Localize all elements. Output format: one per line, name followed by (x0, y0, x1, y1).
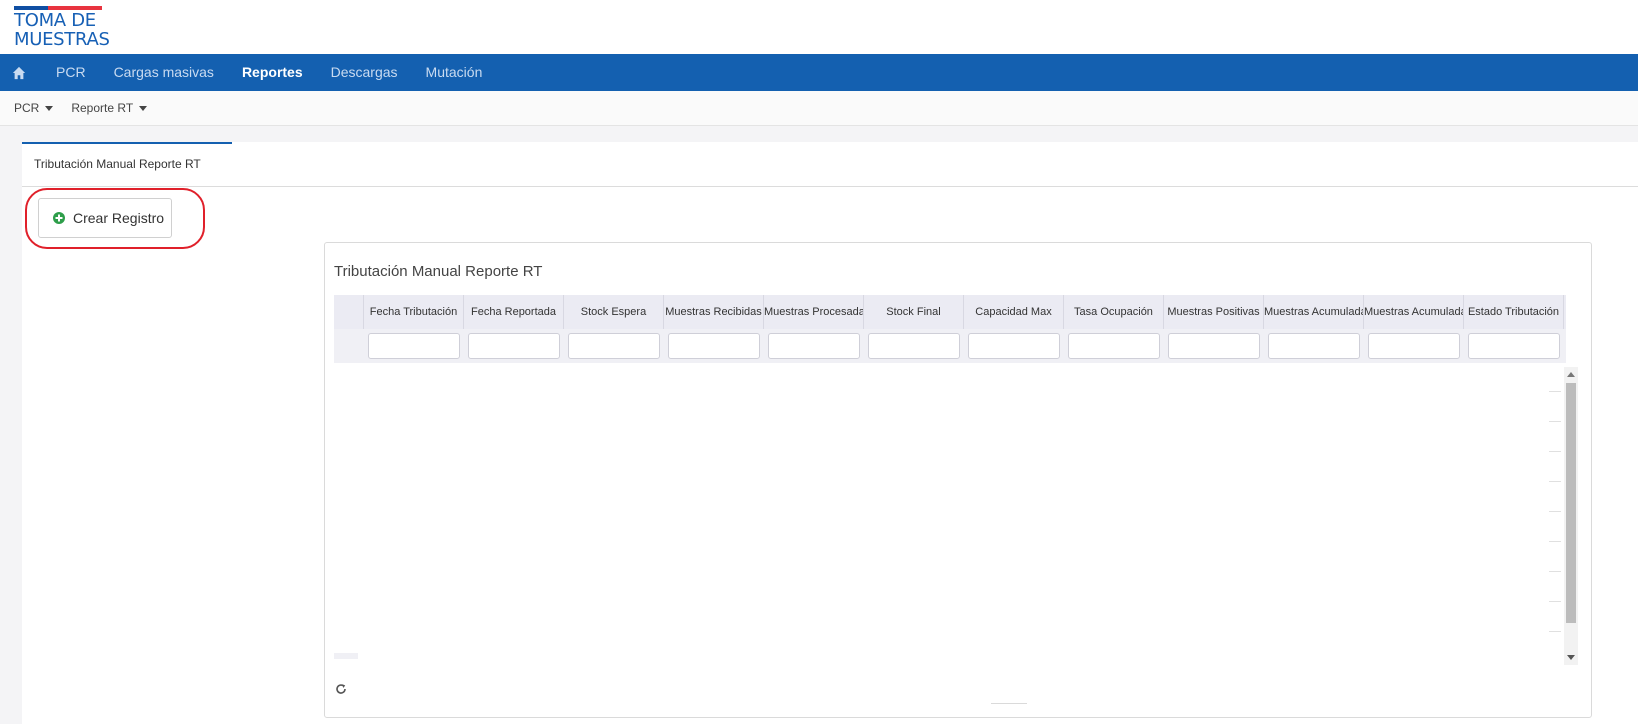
nav-item-reportes[interactable]: Reportes (228, 54, 317, 91)
crear-registro-button[interactable]: Crear Registro (38, 198, 172, 238)
subnav-pcr-label: PCR (14, 101, 40, 115)
filter-input[interactable] (1168, 333, 1260, 359)
nav-item-cargas-masivas[interactable]: Cargas masivas (100, 54, 228, 91)
column-header[interactable]: Muestras Acumuladas (1264, 295, 1364, 329)
logo-text-line2: MUESTRAS (14, 29, 110, 50)
column-header[interactable]: Muestras Acumuladas (1364, 295, 1464, 329)
row-dividers (1549, 363, 1561, 653)
nav-item-pcr[interactable]: PCR (42, 54, 100, 91)
filter-input[interactable] (1268, 333, 1360, 359)
subnav-reporte-rt-label: Reporte RT (71, 101, 134, 115)
scroll-thumb[interactable] (1566, 383, 1576, 623)
grid-title: Tributación Manual Reporte RT (334, 263, 543, 280)
subnav-dropdown-pcr[interactable]: PCR (14, 101, 54, 115)
column-header[interactable]: Muestras Positivas (1164, 295, 1264, 329)
filter-input[interactable] (768, 333, 860, 359)
data-grid: Tributación Manual Reporte RT Fecha Trib… (324, 242, 1592, 718)
crear-registro-label: Crear Registro (73, 210, 165, 226)
column-header[interactable]: Muestras Recibidas (664, 295, 764, 329)
grid-body (325, 363, 1591, 658)
column-header[interactable]: Stock Final (864, 295, 964, 329)
sub-nav: PCR Reporte RT (0, 91, 1638, 126)
column-header[interactable]: Tasa Ocupación (1064, 295, 1164, 329)
column-header[interactable]: Muestras Procesadas (764, 295, 864, 329)
column-header[interactable]: Fecha Tributación (364, 295, 464, 329)
caret-down-icon (45, 105, 54, 111)
filter-input[interactable] (468, 333, 560, 359)
nav-item-mutacion[interactable]: Mutación (412, 54, 497, 91)
grid-header-row: Fecha Tributación Fecha Reportada Stock … (334, 295, 1566, 329)
plus-circle-icon (53, 212, 65, 224)
filter-input[interactable] (868, 333, 960, 359)
nav-item-descargas[interactable]: Descargas (317, 54, 412, 91)
filter-input[interactable] (568, 333, 660, 359)
refresh-icon[interactable] (335, 683, 347, 695)
logo-header: TOMA DE MUESTRAS (0, 0, 1638, 54)
scroll-down-arrow-icon[interactable] (1567, 655, 1575, 660)
logo-text-line1: TOMA DE (14, 10, 96, 31)
tab-divider (22, 186, 1638, 187)
home-icon[interactable] (12, 66, 26, 80)
filter-input[interactable] (668, 333, 760, 359)
scroll-up-arrow-icon[interactable] (1567, 372, 1575, 377)
row-selector-stub (334, 653, 358, 659)
tab-tributacion-manual[interactable]: Tributación Manual Reporte RT (22, 142, 232, 186)
caret-down-icon (139, 105, 148, 111)
filter-input[interactable] (368, 333, 460, 359)
filter-input[interactable] (1368, 333, 1460, 359)
column-header[interactable]: Stock Espera (564, 295, 664, 329)
main-nav: PCR Cargas masivas Reportes Descargas Mu… (0, 54, 1638, 91)
filter-row-selector (334, 329, 364, 363)
logo[interactable]: TOMA DE MUESTRAS (14, 6, 110, 50)
column-header[interactable]: Estado Tributación (1464, 295, 1564, 329)
filter-input[interactable] (1468, 333, 1560, 359)
column-header[interactable]: Fecha Reportada (464, 295, 564, 329)
grid-filter-row (334, 329, 1566, 363)
vertical-scrollbar[interactable] (1564, 367, 1578, 665)
filter-input[interactable] (1068, 333, 1160, 359)
column-header[interactable]: Capacidad Max (964, 295, 1064, 329)
subnav-dropdown-reporte-rt[interactable]: Reporte RT (71, 101, 148, 115)
filter-input[interactable] (968, 333, 1060, 359)
header-row-selector (334, 295, 364, 329)
pager-divider (991, 703, 1027, 704)
